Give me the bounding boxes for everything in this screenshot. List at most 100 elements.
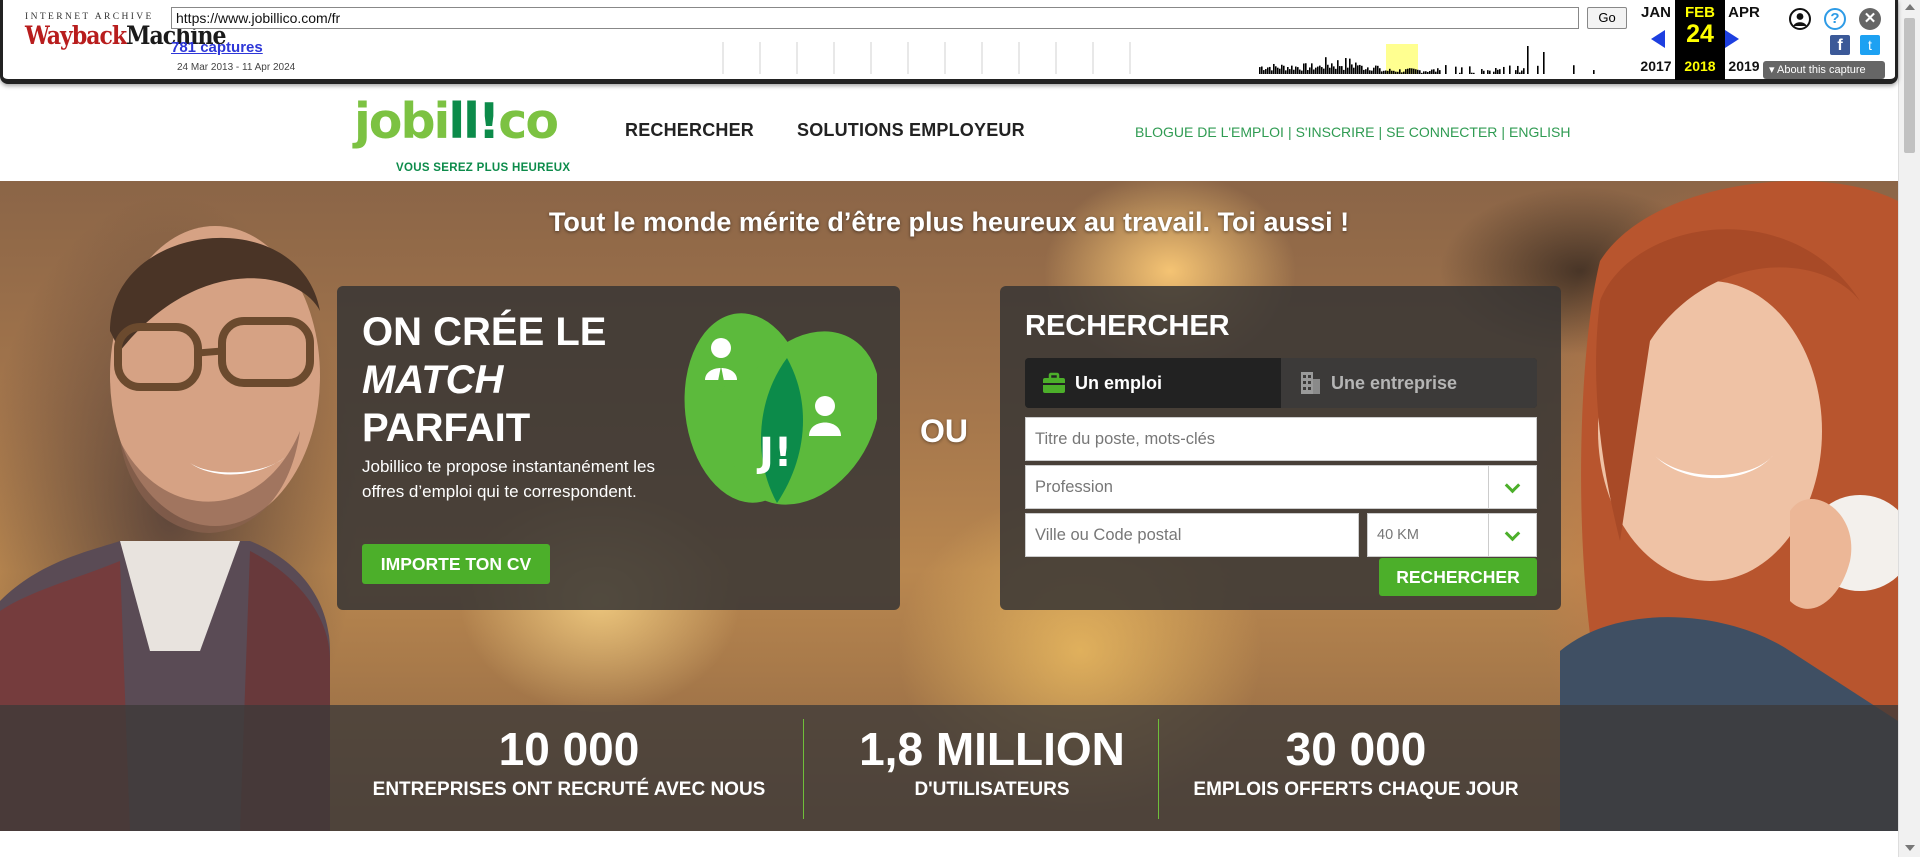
match-description: Jobillico te propose instantanément les … [362, 457, 655, 501]
page-scrollbar[interactable] [1898, 0, 1920, 857]
city-postal-input[interactable]: Ville ou Code postal [1025, 513, 1359, 557]
histogram-bar [1381, 71, 1383, 74]
histogram-bar [1503, 66, 1505, 74]
histogram-bar [1523, 68, 1525, 74]
wayback-prev-month[interactable]: JAN 2017 [1631, 0, 1681, 74]
histogram-bar [1471, 72, 1473, 74]
about-capture-button[interactable]: ▾ About this capture [1763, 61, 1885, 79]
histogram-bar [1309, 67, 1311, 74]
link-separator: | [1287, 124, 1292, 140]
tab-une-entreprise[interactable]: Une entreprise [1281, 358, 1537, 408]
histogram-bar [1335, 68, 1337, 74]
histogram-bar [1347, 67, 1349, 74]
header-links: BLOGUE DE L'EMPLOI | S'INSCRIRE | SE CONNECT… [1135, 124, 1571, 140]
wayback-next-month[interactable]: APR 2019 [1719, 0, 1769, 74]
wayback-logo[interactable]: INTERNET ARCHIVE WaybackMachine [25, 12, 226, 62]
histogram-bar [1291, 65, 1293, 74]
histogram-bar [1349, 58, 1351, 74]
histogram-bar [1273, 63, 1275, 74]
histogram-bar [1261, 66, 1263, 74]
histogram-bar [1363, 69, 1365, 74]
histogram-bar [1437, 68, 1439, 74]
wayback-captures-link[interactable]: 781 captures [171, 39, 263, 56]
tab-un-emploi[interactable]: Un emploi [1025, 358, 1281, 408]
user-icon[interactable] [1789, 8, 1811, 30]
histogram-bar [1377, 65, 1379, 74]
histogram-bar [1499, 69, 1501, 74]
close-icon[interactable]: ✕ [1859, 8, 1881, 30]
match-graphic-label: J! [756, 430, 792, 476]
histogram-bar [1411, 68, 1413, 74]
import-cv-button[interactable]: IMPORTE TON CV [362, 544, 550, 584]
scroll-down-arrow-icon[interactable] [1905, 845, 1915, 851]
nav-rechercher[interactable]: RECHERCHER [625, 120, 754, 141]
wayback-go-button[interactable]: Go [1587, 7, 1627, 29]
histogram-bar [1351, 64, 1353, 74]
search-tabs: Un emploi Une entreprise [1025, 358, 1537, 408]
stat-number: 30 000 [1285, 723, 1427, 775]
chevron-down-icon[interactable] [1488, 466, 1536, 508]
histogram-bar [1469, 66, 1471, 74]
help-icon[interactable]: ? [1824, 8, 1846, 30]
histogram-bar [1367, 67, 1369, 74]
histogram-bar [1311, 63, 1313, 74]
histogram-bar [1487, 70, 1489, 74]
histogram-bar [1333, 66, 1335, 74]
histogram-bar [1429, 71, 1431, 74]
page-below-fold [0, 831, 1898, 857]
link-sinscrire[interactable]: S'INSCRIRE [1296, 124, 1375, 140]
search-button[interactable]: RECHERCHER [1379, 558, 1537, 596]
histogram-bar [1391, 70, 1393, 74]
histogram-bar [1527, 46, 1529, 74]
prev-arrow-icon[interactable] [1651, 30, 1665, 48]
stat-label: ENTREPRISES ONT RECRUTÉ AVEC NOUS [372, 779, 766, 800]
profession-select[interactable]: Profession [1025, 465, 1537, 509]
nav-solutions-employeur[interactable]: SOLUTIONS EMPLOYEUR [797, 120, 1025, 141]
histogram-bar [1293, 69, 1295, 74]
histogram-bar [1323, 68, 1325, 74]
histogram-bar [1281, 64, 1283, 74]
histogram-bar [1489, 70, 1491, 74]
search-panel: RECHERCHER Un emploi Une entreprise Titr… [1000, 286, 1561, 610]
histogram-bar [1427, 71, 1429, 74]
histogram-bar [1399, 69, 1401, 74]
histogram-bar [1263, 70, 1265, 74]
link-blogue[interactable]: BLOGUE DE L'EMPLOI [1135, 124, 1284, 140]
histogram-bar [1573, 65, 1575, 74]
twitter-icon[interactable]: t [1860, 35, 1880, 55]
link-english[interactable]: ENGLISH [1509, 124, 1570, 140]
wayback-capture-histogram[interactable] [719, 40, 1607, 76]
stat-divider [803, 719, 804, 819]
histogram-bar [1303, 63, 1305, 74]
job-title-input[interactable]: Titre du poste, mots-clés [1025, 417, 1537, 461]
histogram-bar [1265, 69, 1267, 74]
histogram-bar [1317, 66, 1319, 74]
histogram-bar [1359, 64, 1361, 74]
link-se-connecter[interactable]: SE CONNECTER [1386, 124, 1497, 140]
histogram-bar [1439, 70, 1441, 74]
distance-select[interactable]: 40 KM [1367, 513, 1537, 557]
profession-select-value: Profession [1035, 478, 1113, 496]
scroll-thumb[interactable] [1904, 18, 1915, 153]
histogram-bar [1289, 69, 1291, 74]
hero-section: Tout le monde mérite d’être plus heureux… [0, 181, 1898, 831]
briefcase-icon [1043, 372, 1065, 393]
histogram-bar [1259, 67, 1261, 74]
histogram-bar [1275, 66, 1277, 74]
histogram-bar [1339, 66, 1341, 74]
wayback-toolbar: INTERNET ARCHIVE WaybackMachine Go 781 c… [0, 0, 1898, 84]
chevron-down-icon[interactable] [1488, 514, 1536, 556]
histogram-bar [1271, 70, 1273, 74]
jobillico-logo[interactable]: jobill!co VOUS SEREZ PLUS HEUREUX [354, 92, 594, 176]
wayback-url-input[interactable] [171, 7, 1579, 29]
histogram-bar [1357, 65, 1359, 74]
next-arrow-icon[interactable] [1725, 30, 1739, 48]
stat-entreprises: 10 000 ENTREPRISES ONT RECRUTÉ AVEC NOUS [356, 723, 782, 801]
histogram-bar [1375, 65, 1377, 74]
facebook-icon[interactable]: f [1830, 35, 1850, 55]
histogram-bar [1517, 65, 1519, 74]
search-title: RECHERCHER [1025, 310, 1230, 342]
histogram-bar [1397, 71, 1399, 74]
scroll-up-arrow-icon[interactable] [1905, 4, 1915, 10]
site-header: jobill!co VOUS SEREZ PLUS HEUREUX RECHER… [0, 84, 1898, 181]
